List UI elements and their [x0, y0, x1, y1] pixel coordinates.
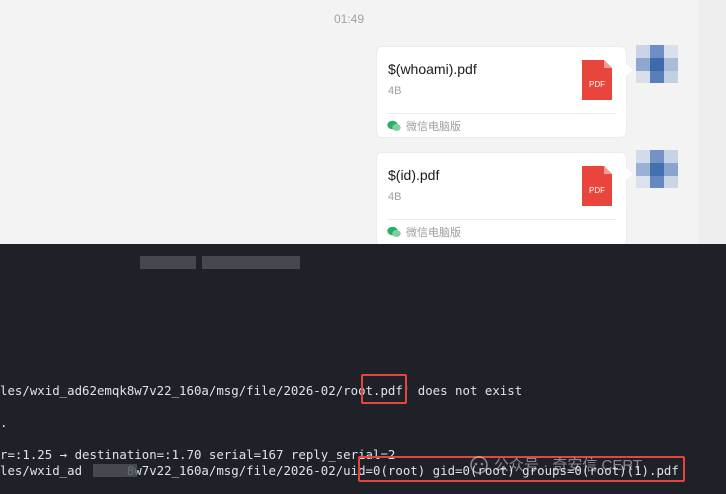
terminal-line: r=:1.25 → destination=:1.70 serial=167 r… [0, 447, 396, 462]
source-label: 微信电脑版 [406, 121, 461, 133]
file-message-bubble[interactable]: $(whoami).pdf 4B PDF 微信电脑版 [377, 47, 626, 137]
bubble-divider [387, 113, 616, 114]
redacted-text [202, 256, 300, 269]
wechat-icon [387, 120, 401, 131]
file-size: 4B [388, 191, 402, 203]
pdf-icon-label: PDF [589, 186, 605, 195]
avatar[interactable] [636, 150, 678, 188]
redacted-text [140, 256, 196, 269]
file-size: 4B [388, 85, 402, 97]
message-source: 微信电脑版 [387, 118, 461, 134]
file-name: $(whoami).pdf [388, 61, 477, 77]
bubble-tail [626, 168, 633, 180]
avatar[interactable] [636, 45, 678, 83]
source-label: 微信电脑版 [406, 227, 461, 239]
root-highlight-box [361, 374, 407, 404]
bubble-divider [387, 219, 616, 220]
terminal-output: les/wxid_ad62emqk8w7v22_160a/msg/file/20… [0, 244, 726, 494]
file-name: $(id).pdf [388, 167, 440, 183]
message-source: 微信电脑版 [387, 224, 461, 240]
chat-window: 01:49 $(whoami).pdf 4B PDF 微信电脑版 $(id).p… [0, 0, 698, 244]
terminal-line: les/wxid_ad62emqk8w7v22_160a/msg/file/20… [0, 383, 523, 398]
pdf-icon-label: PDF [589, 80, 605, 89]
watermark-text: 公众号 · 奇安信 CERT [494, 457, 643, 474]
pdf-file-icon: PDF [582, 166, 612, 206]
wechat-icon [387, 226, 401, 237]
pdf-file-icon: PDF [582, 60, 612, 100]
wechat-official-account-icon [470, 455, 488, 474]
message-timestamp: 01:49 [333, 12, 365, 26]
watermark: 公众号 · 奇安信 CERT [470, 454, 642, 475]
terminal-line: . [0, 415, 8, 430]
redacted-text [93, 464, 137, 477]
bubble-tail [626, 64, 633, 76]
file-message-bubble[interactable]: $(id).pdf 4B PDF 微信电脑版 [377, 153, 626, 244]
chat-scroll-gutter [698, 0, 726, 244]
